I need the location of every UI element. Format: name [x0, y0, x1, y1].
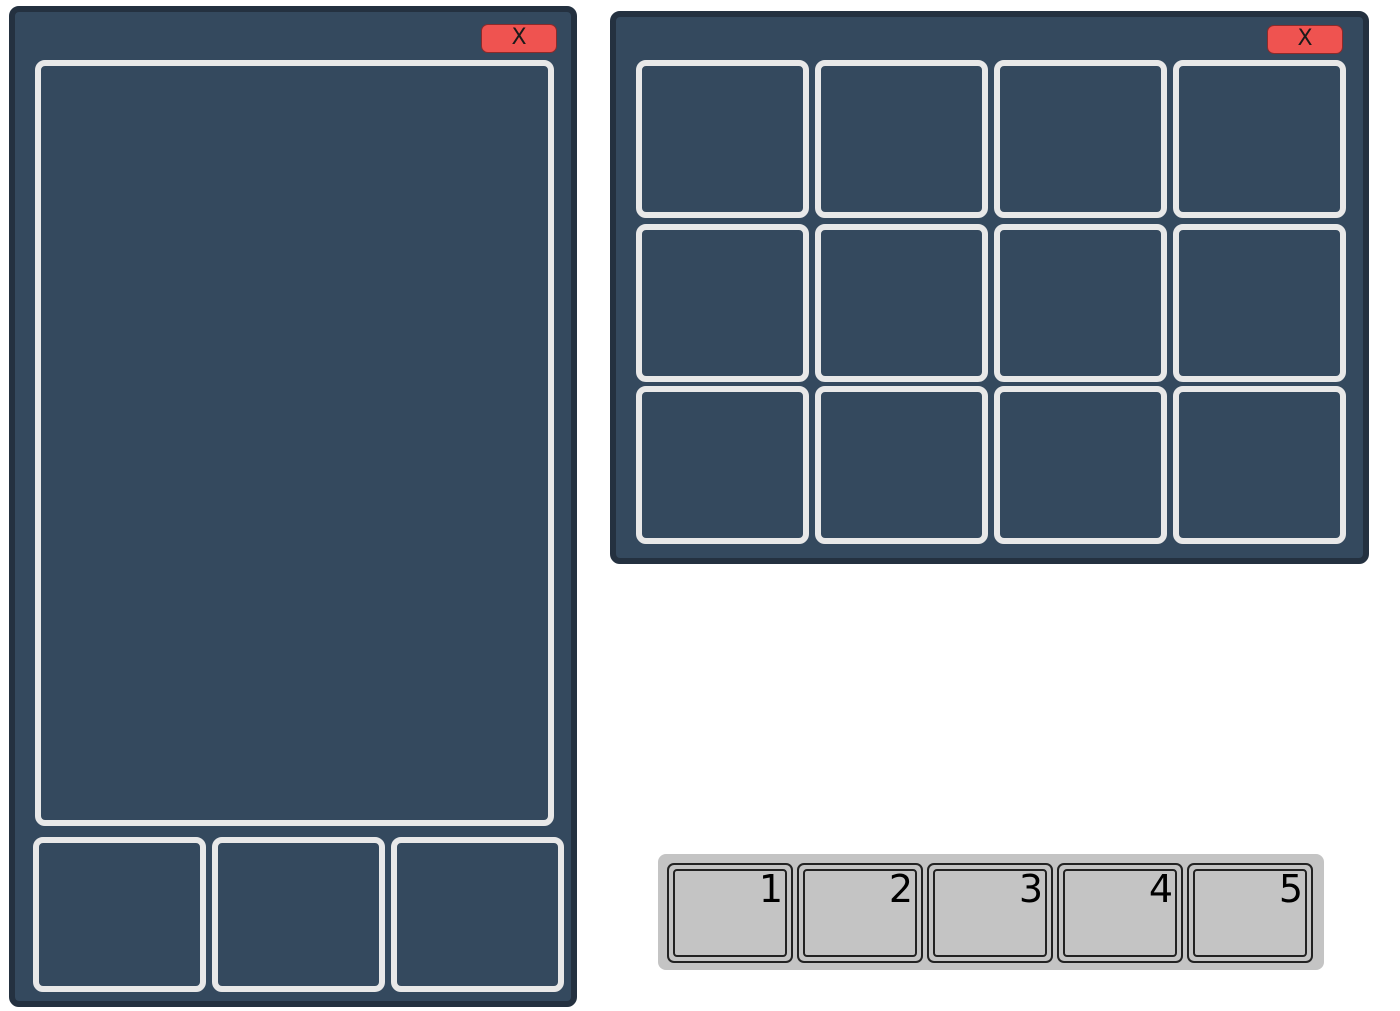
grid-slot-r1-c1[interactable] [636, 60, 809, 218]
left-bottom-slot-3[interactable] [391, 837, 564, 992]
left-bottom-slot-1[interactable] [33, 837, 206, 992]
hotbar-slot-number: 5 [1278, 867, 1303, 911]
right-inventory-panel: X [610, 11, 1369, 564]
hotbar-slot-number: 2 [888, 867, 913, 911]
hotbar-slot-5[interactable]: 5 [1187, 863, 1313, 963]
left-bottom-slot-2[interactable] [212, 837, 385, 992]
grid-slot-r1-c2[interactable] [815, 60, 988, 218]
hotbar-slot-number: 4 [1148, 867, 1173, 911]
hotbar-slot-number: 1 [758, 867, 783, 911]
hotbar-slot-4[interactable]: 4 [1057, 863, 1183, 963]
grid-slot-r2-c3[interactable] [994, 224, 1167, 382]
grid-slot-r3-c3[interactable] [994, 386, 1167, 544]
grid-slot-r1-c3[interactable] [994, 60, 1167, 218]
game-screen: X X 1 2 3 4 5 [0, 0, 1400, 1011]
grid-slot-r3-c2[interactable] [815, 386, 988, 544]
hotbar-slot-number: 3 [1018, 867, 1043, 911]
grid-slot-r3-c4[interactable] [1173, 386, 1346, 544]
hotbar-slot-1[interactable]: 1 [667, 863, 793, 963]
grid-slot-r3-c1[interactable] [636, 386, 809, 544]
grid-slot-r2-c2[interactable] [815, 224, 988, 382]
left-main-slot[interactable] [35, 60, 554, 826]
right-panel-close-button[interactable]: X [1267, 25, 1343, 54]
grid-slot-r1-c4[interactable] [1173, 60, 1346, 218]
hotbar: 1 2 3 4 5 [658, 854, 1324, 970]
grid-slot-r2-c4[interactable] [1173, 224, 1346, 382]
grid-slot-r2-c1[interactable] [636, 224, 809, 382]
hotbar-slot-3[interactable]: 3 [927, 863, 1053, 963]
hotbar-slot-2[interactable]: 2 [797, 863, 923, 963]
left-inventory-panel: X [9, 6, 577, 1007]
left-panel-close-button[interactable]: X [481, 24, 557, 53]
